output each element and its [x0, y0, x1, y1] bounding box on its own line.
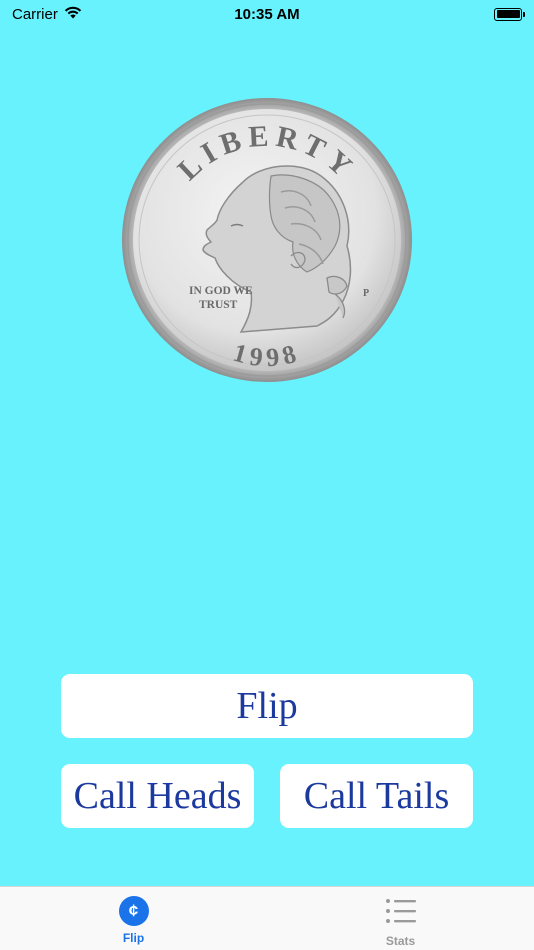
coin-image[interactable]: LIBERTY IN GOD WE TRUST P 1998 — [121, 96, 413, 384]
status-bar: Carrier 10:35 AM — [0, 0, 534, 28]
coin-mint-mark: P — [363, 288, 369, 299]
call-heads-button[interactable]: Call Heads — [61, 764, 254, 828]
status-left: Carrier — [12, 6, 82, 23]
tab-flip[interactable]: ¢ Flip — [0, 887, 267, 950]
tab-stats-label: Stats — [385, 934, 416, 948]
tab-flip-label: Flip — [122, 931, 145, 945]
battery-icon — [494, 7, 525, 21]
tab-stats[interactable]: Stats — [267, 887, 534, 950]
coin-motto-line1: IN GOD WE — [189, 285, 253, 297]
flip-button[interactable]: Flip — [61, 674, 473, 738]
wifi-icon — [64, 6, 82, 23]
quarter-coin-heads-icon: LIBERTY IN GOD WE TRUST P 1998 — [122, 98, 412, 382]
tab-bar: ¢ Flip Stats — [0, 886, 534, 950]
cent-icon: ¢ — [118, 896, 149, 926]
coin-motto-line2: TRUST — [199, 299, 238, 311]
list-icon — [385, 896, 417, 929]
battery-level — [496, 10, 520, 18]
carrier-label: Carrier — [12, 5, 58, 23]
call-tails-button[interactable]: Call Tails — [280, 764, 473, 828]
